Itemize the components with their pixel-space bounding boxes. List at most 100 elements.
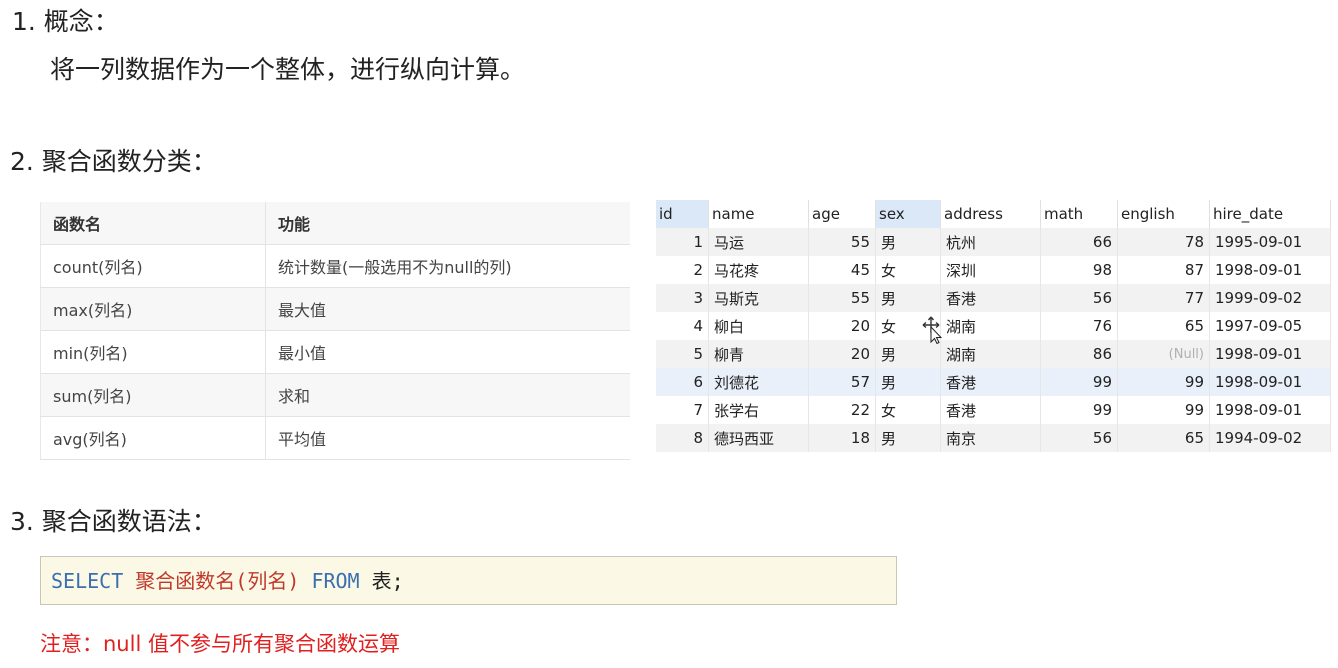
- cell-name[interactable]: 柳白: [708, 312, 809, 340]
- cell-hire-date[interactable]: 1998-09-01: [1209, 368, 1331, 396]
- cell-id[interactable]: 1: [656, 228, 709, 256]
- cell-name[interactable]: 张学右: [708, 396, 809, 424]
- grid-row[interactable]: 3 马斯克 55 男 香港 56 77 1999-09-02: [656, 284, 1331, 312]
- grid-row[interactable]: 6 刘德花 57 男 香港 99 99 1998-09-01: [656, 368, 1331, 396]
- cell-address[interactable]: 香港: [940, 284, 1041, 312]
- cell-address[interactable]: 湖南: [940, 340, 1041, 368]
- cell-id[interactable]: 3: [656, 284, 709, 312]
- sql-function-placeholder: 聚合函数名(列名): [135, 569, 300, 593]
- cell-english[interactable]: 65: [1117, 312, 1210, 340]
- cell-math[interactable]: 76: [1040, 312, 1118, 340]
- grid-row[interactable]: 1 马运 55 男 杭州 66 78 1995-09-01: [656, 228, 1331, 256]
- cell-math[interactable]: 99: [1040, 368, 1118, 396]
- cell-english[interactable]: 99: [1117, 396, 1210, 424]
- cell-sex[interactable]: 男: [875, 368, 941, 396]
- column-header-sex[interactable]: sex: [875, 200, 941, 228]
- cell-english[interactable]: 77: [1117, 284, 1210, 312]
- grid-row[interactable]: 5 柳青 20 男 湖南 86 (Null) 1998-09-01: [656, 340, 1331, 368]
- section-3-heading: 3. 聚合函数语法：: [10, 507, 217, 536]
- cell-math[interactable]: 66: [1040, 228, 1118, 256]
- cell-name[interactable]: 刘德花: [708, 368, 809, 396]
- grid-row[interactable]: 2 马花疼 45 女 深圳 98 87 1998-09-01: [656, 256, 1331, 284]
- cell-address[interactable]: 湖南: [940, 312, 1041, 340]
- column-header-name[interactable]: name: [708, 200, 809, 228]
- cell-age[interactable]: 55: [808, 284, 876, 312]
- grid-header-row: id name age sex address math english hir…: [656, 200, 1331, 228]
- cell-address[interactable]: 南京: [940, 424, 1041, 452]
- move-cursor-icon: [922, 316, 942, 344]
- cell-age[interactable]: 45: [808, 256, 876, 284]
- column-header-id[interactable]: id: [656, 200, 709, 228]
- cell-age[interactable]: 22: [808, 396, 876, 424]
- grid-row[interactable]: 4 柳白 20 女 湖南 76 65 1997-09-05: [656, 312, 1331, 340]
- cell-id[interactable]: 6: [656, 368, 709, 396]
- header-function-desc: 功能: [265, 202, 630, 245]
- cell-hire-date[interactable]: 1994-09-02: [1209, 424, 1331, 452]
- cell-math[interactable]: 86: [1040, 340, 1118, 368]
- cell-sex[interactable]: 男: [875, 228, 941, 256]
- section-1-heading: 1. 概念：: [12, 7, 119, 36]
- cell-age[interactable]: 18: [808, 424, 876, 452]
- cell-id[interactable]: 7: [656, 396, 709, 424]
- table-row: max(列名) 最大值: [40, 287, 630, 331]
- functions-table-header: 函数名 功能: [40, 202, 630, 245]
- column-header-hire-date[interactable]: hire_date: [1209, 200, 1331, 228]
- cell-english[interactable]: 87: [1117, 256, 1210, 284]
- cell-address[interactable]: 杭州: [940, 228, 1041, 256]
- cell-math[interactable]: 56: [1040, 284, 1118, 312]
- cell-name[interactable]: 马运: [708, 228, 809, 256]
- cell-english-null[interactable]: (Null): [1117, 340, 1210, 368]
- table-row: min(列名) 最小值: [40, 330, 630, 374]
- sql-syntax-code: SELECT 聚合函数名(列名) FROM 表;: [40, 556, 897, 605]
- cell-name[interactable]: 马斯克: [708, 284, 809, 312]
- grid-row[interactable]: 8 德玛西亚 18 男 南京 56 65 1994-09-02: [656, 424, 1331, 452]
- cell-sex[interactable]: 男: [875, 284, 941, 312]
- cell-address[interactable]: 香港: [940, 368, 1041, 396]
- column-header-age[interactable]: age: [808, 200, 876, 228]
- cell-address[interactable]: 香港: [940, 396, 1041, 424]
- cell-age[interactable]: 55: [808, 228, 876, 256]
- aggregate-functions-table: 函数名 功能 count(列名) 统计数量(一般选用不为null的列) max(…: [40, 202, 630, 460]
- cell-id[interactable]: 8: [656, 424, 709, 452]
- cell-sex[interactable]: 女: [875, 396, 941, 424]
- cell-age[interactable]: 20: [808, 340, 876, 368]
- function-desc: 最大值: [265, 287, 630, 331]
- column-header-english[interactable]: english: [1117, 200, 1210, 228]
- section-2-heading: 2. 聚合函数分类：: [10, 147, 217, 176]
- cell-english[interactable]: 78: [1117, 228, 1210, 256]
- cell-id[interactable]: 4: [656, 312, 709, 340]
- cell-sex[interactable]: 男: [875, 340, 941, 368]
- function-desc: 统计数量(一般选用不为null的列): [265, 244, 630, 288]
- cell-name[interactable]: 马花疼: [708, 256, 809, 284]
- column-header-address[interactable]: address: [940, 200, 1041, 228]
- cell-hire-date[interactable]: 1997-09-05: [1209, 312, 1331, 340]
- cell-sex[interactable]: 男: [875, 424, 941, 452]
- cell-english[interactable]: 65: [1117, 424, 1210, 452]
- header-function-name: 函数名: [40, 202, 266, 245]
- cell-hire-date[interactable]: 1998-09-01: [1209, 256, 1331, 284]
- sql-keyword-select: SELECT: [51, 569, 124, 593]
- cell-english[interactable]: 99: [1117, 368, 1210, 396]
- cell-sex[interactable]: 女: [875, 256, 941, 284]
- cell-math[interactable]: 98: [1040, 256, 1118, 284]
- cell-hire-date[interactable]: 1998-09-01: [1209, 340, 1331, 368]
- column-header-math[interactable]: math: [1040, 200, 1118, 228]
- cell-id[interactable]: 5: [656, 340, 709, 368]
- sql-table-placeholder: 表;: [371, 569, 404, 593]
- cell-id[interactable]: 2: [656, 256, 709, 284]
- cell-name[interactable]: 德玛西亚: [708, 424, 809, 452]
- cell-hire-date[interactable]: 1995-09-01: [1209, 228, 1331, 256]
- function-name: sum(列名): [40, 373, 266, 417]
- cell-address[interactable]: 深圳: [940, 256, 1041, 284]
- grid-row[interactable]: 7 张学右 22 女 香港 99 99 1998-09-01: [656, 396, 1331, 424]
- table-row: sum(列名) 求和: [40, 373, 630, 417]
- cell-hire-date[interactable]: 1999-09-02: [1209, 284, 1331, 312]
- cell-age[interactable]: 57: [808, 368, 876, 396]
- cell-math[interactable]: 99: [1040, 396, 1118, 424]
- cell-age[interactable]: 20: [808, 312, 876, 340]
- cell-name[interactable]: 柳青: [708, 340, 809, 368]
- function-name: min(列名): [40, 330, 266, 374]
- cell-math[interactable]: 56: [1040, 424, 1118, 452]
- cell-hire-date[interactable]: 1998-09-01: [1209, 396, 1331, 424]
- student-data-grid: id name age sex address math english hir…: [656, 200, 1331, 452]
